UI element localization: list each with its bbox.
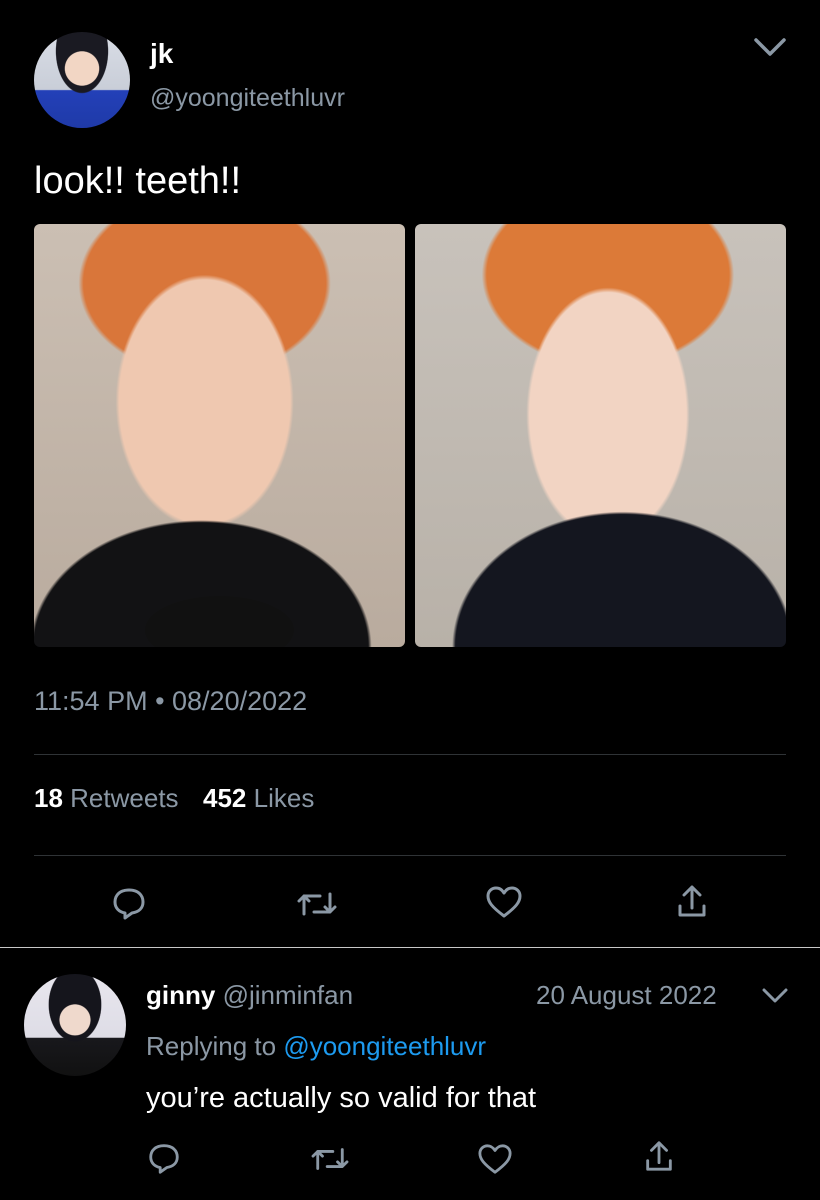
reply-author-handle[interactable]: @jinminfan bbox=[223, 980, 353, 1010]
likes-count[interactable]: 452 bbox=[203, 783, 246, 813]
tweet-text: look!! teeth!! bbox=[34, 160, 242, 202]
reply-author-avatar[interactable] bbox=[24, 974, 126, 1076]
tweet-stats: 18 Retweets 452 Likes bbox=[34, 783, 314, 814]
reply-text: you’re actually so valid for that bbox=[146, 1082, 537, 1114]
reply-author-display-name[interactable]: ginny bbox=[146, 980, 215, 1010]
author-handle[interactable]: @yoongiteethluvr bbox=[150, 84, 345, 113]
divider bbox=[0, 947, 820, 948]
retweet-icon[interactable] bbox=[296, 886, 338, 922]
likes-label[interactable]: Likes bbox=[254, 783, 315, 813]
like-icon[interactable] bbox=[484, 884, 524, 920]
reply-header: ginny @jinminfan bbox=[146, 980, 353, 1011]
share-icon[interactable] bbox=[642, 1138, 676, 1174]
reply-icon[interactable] bbox=[110, 884, 148, 922]
retweets-count[interactable]: 18 bbox=[34, 783, 63, 813]
retweets-label[interactable]: Retweets bbox=[70, 783, 178, 813]
tweet-photo-2[interactable] bbox=[415, 224, 786, 647]
chevron-down-icon[interactable] bbox=[760, 986, 790, 1006]
chevron-down-icon[interactable] bbox=[752, 36, 788, 60]
divider bbox=[34, 754, 786, 755]
retweet-icon[interactable] bbox=[310, 1142, 350, 1176]
author-avatar[interactable] bbox=[34, 32, 130, 128]
reply-icon[interactable] bbox=[146, 1140, 182, 1176]
like-icon[interactable] bbox=[476, 1142, 514, 1176]
replying-to: Replying to @yoongiteethluvr bbox=[146, 1031, 486, 1062]
divider bbox=[34, 855, 786, 856]
replying-to-label: Replying to bbox=[146, 1031, 277, 1061]
reply-date[interactable]: 20 August 2022 bbox=[536, 980, 717, 1011]
share-icon[interactable] bbox=[674, 882, 710, 920]
author-display-name[interactable]: jk bbox=[150, 38, 173, 70]
tweet-timestamp[interactable]: 11:54 PM • 08/20/2022 bbox=[34, 686, 307, 717]
tweet-photo-1[interactable] bbox=[34, 224, 405, 647]
replying-to-handle-link[interactable]: @yoongiteethluvr bbox=[283, 1031, 486, 1061]
